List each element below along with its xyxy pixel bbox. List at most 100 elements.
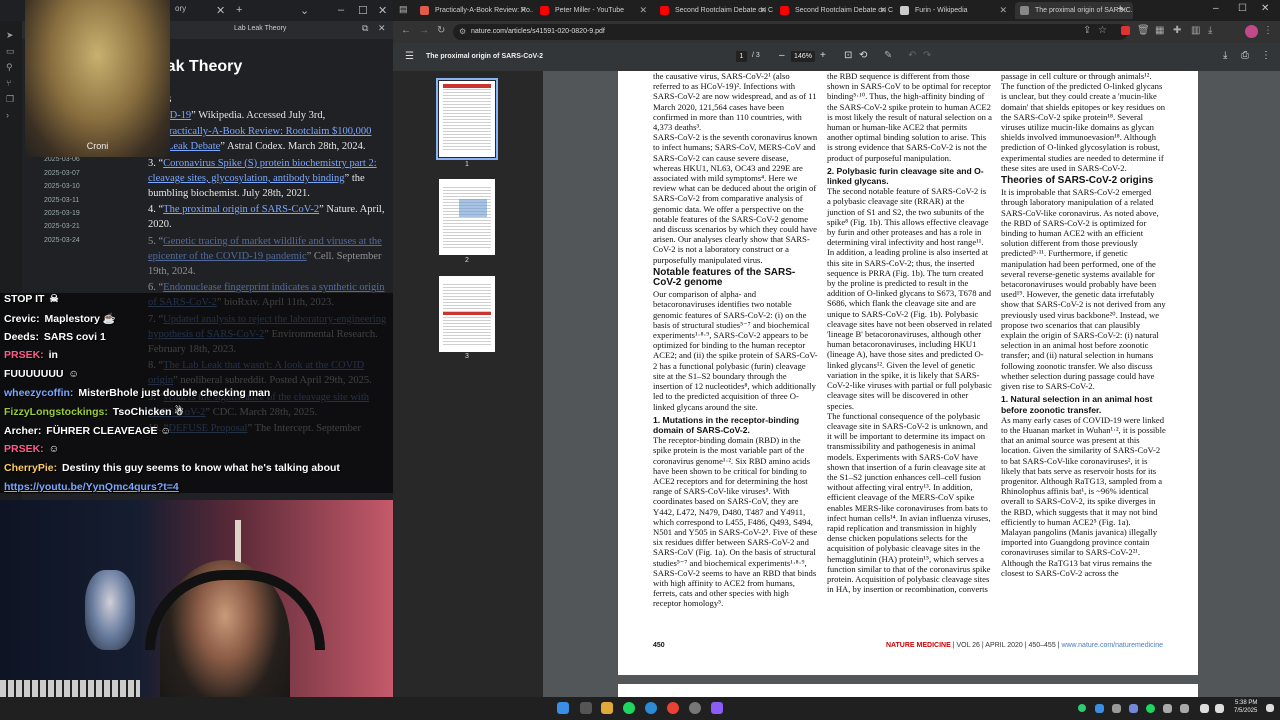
wifi-icon[interactable] bbox=[1200, 704, 1209, 713]
left-tab-title[interactable]: ory bbox=[175, 4, 186, 13]
reload-icon[interactable]: ↻ bbox=[437, 25, 445, 36]
browser-tab[interactable]: Second Rootclaim Debate on C... ✕ bbox=[775, 2, 893, 19]
date-item[interactable]: 2025-03-21 bbox=[44, 220, 144, 233]
tab-close-icon[interactable]: ✕ bbox=[999, 2, 1007, 19]
send-icon[interactable]: ➤ bbox=[6, 27, 15, 43]
pdf-paragraph: As many early cases of COVID-19 were lin… bbox=[1001, 414, 1166, 527]
thumbnail-label: 2 bbox=[465, 257, 469, 264]
app-icon[interactable] bbox=[711, 702, 723, 714]
reference-item: 1. “/ID-19” Wikipedia. Accessed July 3rd… bbox=[148, 110, 326, 121]
tray-app-icon[interactable] bbox=[1112, 704, 1121, 713]
date-item[interactable]: 2025-03-07 bbox=[44, 167, 144, 180]
page-number-input[interactable]: 1 bbox=[736, 51, 747, 62]
trash-icon[interactable]: 🗑 bbox=[1137, 25, 1150, 36]
reference-link[interactable]: Coronavirus Spike (S) protein biochemist… bbox=[148, 158, 377, 184]
zoom-input[interactable]: 146% bbox=[791, 51, 815, 62]
avatar[interactable] bbox=[1245, 25, 1258, 38]
more-options-icon[interactable]: ⋮ bbox=[1261, 50, 1271, 61]
branch-icon[interactable]: ⑂ bbox=[6, 75, 15, 91]
sidebar-toggle-icon[interactable]: ⧉ bbox=[362, 23, 368, 34]
redo-icon[interactable]: ↷ bbox=[923, 50, 931, 61]
sidebar-icon[interactable]: ▥ bbox=[1191, 25, 1200, 36]
tab-close-icon[interactable]: ✕ bbox=[639, 2, 647, 19]
tab-label: Furin - Wikipedia bbox=[915, 7, 968, 14]
edge-icon[interactable] bbox=[645, 702, 657, 714]
date-item[interactable]: 2025-03-11 bbox=[44, 194, 144, 207]
spotify-icon[interactable] bbox=[623, 702, 635, 714]
notification-icon[interactable] bbox=[1266, 704, 1274, 712]
pdf-viewport[interactable]: the causative virus, SARS-CoV-2¹ (also r… bbox=[543, 71, 1280, 704]
pdf-paragraph: Our comparison of alpha- and betacoronav… bbox=[653, 289, 818, 412]
site-info-icon[interactable]: ⚙ bbox=[459, 24, 466, 40]
browser-tab[interactable]: Practically-A-Book Review: Ro... ✕ bbox=[415, 2, 533, 19]
menu-icon[interactable]: ⋮ bbox=[1263, 25, 1273, 36]
fit-page-icon[interactable]: ⊡ bbox=[844, 50, 852, 61]
date-item[interactable]: 2025-03-24 bbox=[44, 234, 144, 247]
copy-icon[interactable]: ❐ bbox=[6, 91, 15, 107]
tab-close-icon[interactable]: ✕ bbox=[759, 2, 767, 19]
close-sidebar-icon[interactable]: ✕ bbox=[378, 23, 386, 34]
download-icon[interactable]: ⤓ bbox=[1208, 25, 1212, 36]
browser-tab[interactable]: The proximal origin of SARS-C... ✕ bbox=[1015, 2, 1133, 19]
pdf-heading: 2. Polybasic furin cleavage site and O-l… bbox=[827, 165, 984, 187]
calendar-icon[interactable]: ▦ bbox=[1155, 25, 1164, 36]
tab-actions-icon[interactable]: ▤ bbox=[399, 4, 408, 15]
journal-url[interactable]: www.nature.com/naturemedicine bbox=[1061, 642, 1163, 649]
thumbnail-page-1[interactable] bbox=[436, 78, 498, 160]
discord-icon[interactable] bbox=[1129, 704, 1138, 713]
print-icon[interactable]: ⎙ bbox=[1241, 50, 1249, 61]
file-explorer-icon[interactable] bbox=[601, 702, 613, 714]
undo-icon[interactable]: ↶ bbox=[908, 50, 916, 61]
zoom-out-icon[interactable]: – bbox=[779, 50, 785, 61]
zoom-in-icon[interactable]: + bbox=[820, 50, 826, 61]
browser-tab[interactable]: Peter Miller - YouTube ✕ bbox=[535, 2, 653, 19]
tab-close-icon[interactable]: ✕ bbox=[519, 2, 527, 19]
browser-tab[interactable]: Second Rootclaim Debate on C... ✕ bbox=[655, 2, 773, 19]
url-field[interactable]: ⚙ nature.com/articles/s41591-020-0820-9.… bbox=[453, 24, 1128, 40]
chrome-icon[interactable] bbox=[667, 702, 679, 714]
volume-icon[interactable] bbox=[1215, 704, 1224, 713]
rotate-icon[interactable]: ⟲ bbox=[859, 50, 867, 61]
minimize-icon[interactable]: – bbox=[338, 4, 344, 16]
tab-search-icon[interactable]: ⌄ bbox=[300, 4, 309, 17]
tray-app-icon[interactable] bbox=[1163, 704, 1172, 713]
share-icon[interactable]: ⇪ bbox=[1083, 25, 1091, 36]
new-tab-icon[interactable]: + bbox=[1117, 3, 1123, 15]
date-item[interactable]: 2025-03-19 bbox=[44, 207, 144, 220]
article-heading: Leak Theory bbox=[148, 58, 243, 75]
taskview-icon[interactable] bbox=[580, 702, 592, 714]
hamburger-icon[interactable]: ☰ bbox=[405, 51, 414, 62]
system-clock[interactable]: 5:38 PM 7/5/2025 bbox=[1234, 699, 1257, 715]
filter-icon[interactable]: ⚲ bbox=[6, 59, 15, 75]
tray-app-icon[interactable] bbox=[1095, 704, 1104, 713]
start-icon[interactable] bbox=[557, 702, 569, 714]
tab-close-icon[interactable]: ✕ bbox=[879, 2, 887, 19]
annotate-icon[interactable]: ✎ bbox=[884, 50, 892, 61]
tray-spotify-icon[interactable] bbox=[1146, 704, 1155, 713]
wallet-icon[interactable]: ▭ bbox=[6, 43, 15, 59]
puzzle-icon[interactable]: ✚ bbox=[1173, 25, 1181, 36]
tray-status-icon[interactable] bbox=[1078, 704, 1086, 712]
extension-icon[interactable] bbox=[1121, 26, 1130, 35]
pdf-paragraph: passage in cell culture or through anima… bbox=[1001, 71, 1152, 81]
close-window-icon[interactable]: ✕ bbox=[1261, 3, 1269, 14]
tray-app-icon[interactable] bbox=[1180, 704, 1189, 713]
date-item[interactable]: 2025-03-10 bbox=[44, 180, 144, 193]
maximize-icon[interactable]: ☐ bbox=[1238, 3, 1247, 14]
obs-icon[interactable] bbox=[689, 702, 701, 714]
thumbnail-page-3[interactable] bbox=[439, 276, 495, 352]
chat-link[interactable]: https://youtu.be/YynQmc4qurs?t=4 bbox=[4, 481, 179, 493]
bookmark-icon[interactable]: ☆ bbox=[1098, 25, 1107, 36]
maximize-icon[interactable]: ☐ bbox=[358, 4, 368, 17]
thumbnail-page-2[interactable] bbox=[439, 179, 495, 255]
forward-icon[interactable]: → bbox=[419, 25, 429, 36]
close-window-icon[interactable]: ✕ bbox=[378, 4, 387, 17]
back-icon[interactable]: ← bbox=[401, 25, 411, 36]
tab-close-icon[interactable]: ✕ bbox=[216, 4, 225, 17]
download-pdf-icon[interactable]: ⤓ bbox=[1223, 50, 1227, 61]
minimize-icon[interactable]: – bbox=[1213, 3, 1219, 14]
reference-link[interactable]: The proximal origin of SARS-CoV-2 bbox=[163, 204, 319, 215]
chevron-right-icon[interactable]: › bbox=[6, 107, 15, 123]
browser-tab[interactable]: Furin - Wikipedia ✕ bbox=[895, 2, 1013, 19]
new-tab-icon[interactable]: + bbox=[236, 4, 242, 16]
